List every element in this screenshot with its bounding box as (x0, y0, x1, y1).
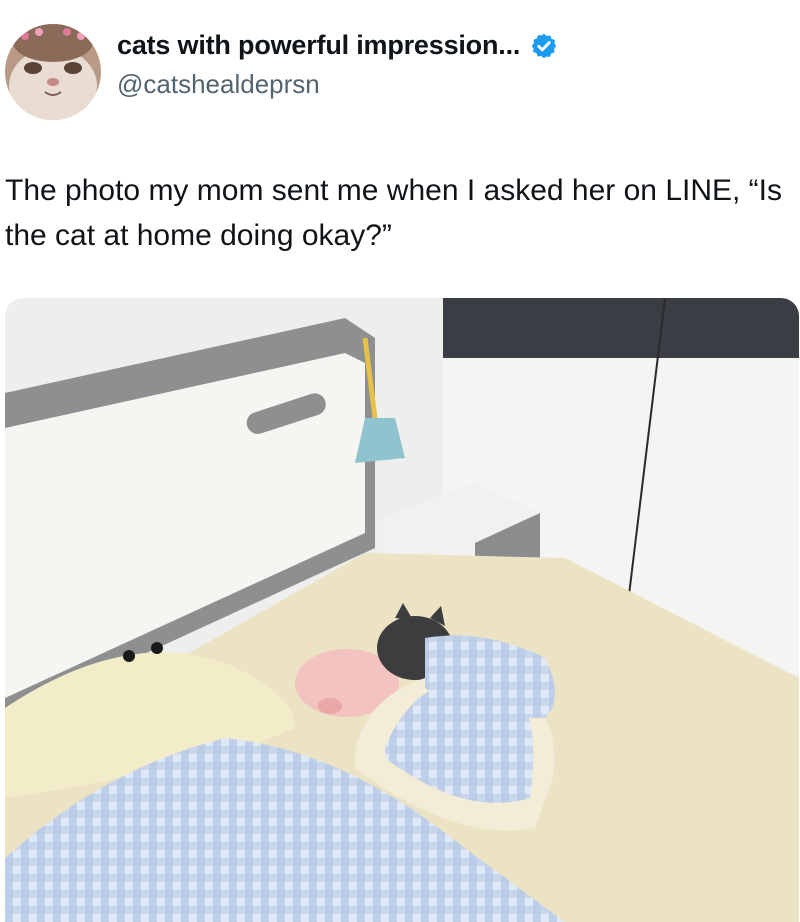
display-name[interactable]: cats with powerful impression... (117, 30, 520, 61)
verified-badge-icon (531, 33, 557, 58)
avatar[interactable] (5, 24, 101, 120)
author-handle[interactable]: @catshealdeprsn (117, 69, 558, 100)
tweet-header: cats with powerful impression... @catshe… (0, 0, 800, 130)
tweet-text: The photo my mom sent me when I asked he… (5, 174, 783, 252)
cat-in-bed-photo-icon (5, 298, 799, 922)
tweet-photo[interactable] (5, 298, 799, 922)
cat-face-avatar-icon (5, 24, 101, 120)
display-name-row[interactable]: cats with powerful impression... (117, 30, 558, 61)
author-names: cats with powerful impression... @catshe… (117, 30, 558, 100)
